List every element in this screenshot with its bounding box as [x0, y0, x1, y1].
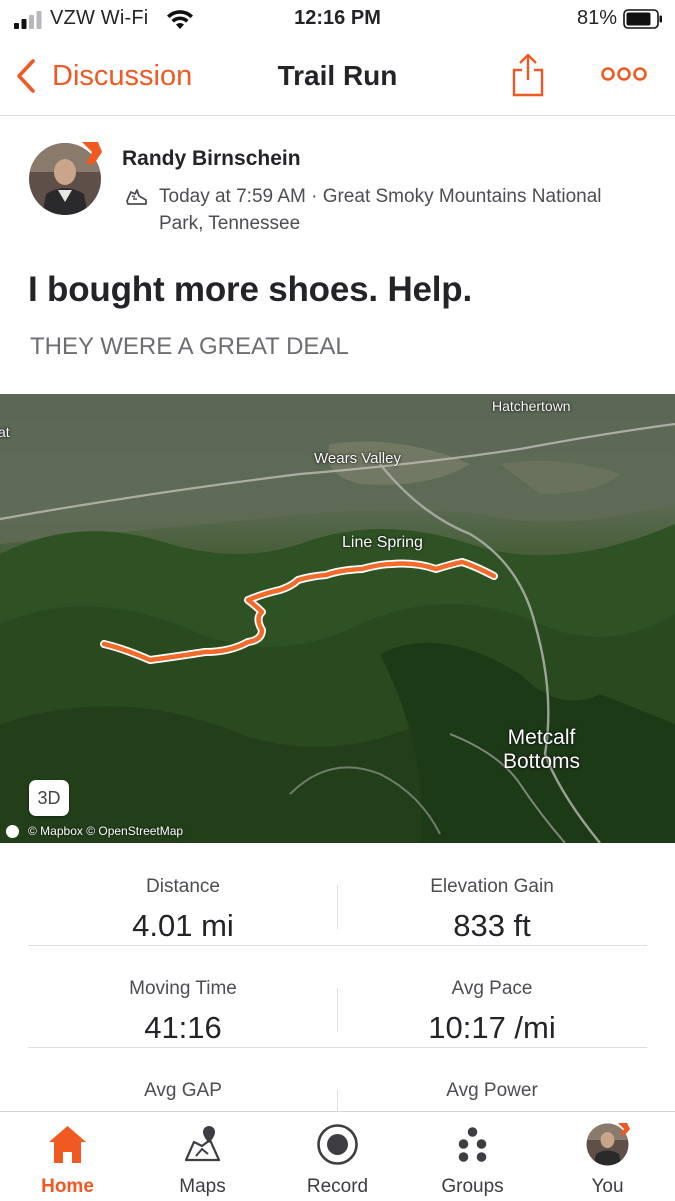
tab-label: You — [591, 1176, 624, 1197]
activity-title: I bought more shoes. Help. — [28, 270, 473, 309]
stat-distance: Distance 4.01 mi — [28, 843, 338, 944]
tab-maps[interactable]: Maps — [135, 1112, 270, 1201]
clock: 12:16 PM — [294, 7, 381, 29]
stat-moving-time: Moving Time 41:16 — [28, 946, 338, 1046]
stat-avg-power: Avg Power — [337, 1048, 647, 1112]
tab-record[interactable]: Record — [270, 1112, 405, 1201]
tab-label: Home — [41, 1176, 94, 1197]
battery-icon — [623, 9, 662, 29]
status-bar: VZW Wi-Fi 12:16 PM 81% — [0, 0, 675, 38]
stat-value: 4.01 mi — [132, 908, 234, 943]
athlete-name[interactable]: Randy Birnschein — [122, 147, 301, 171]
run-shoe-icon — [126, 189, 147, 205]
stat-label: Avg GAP — [144, 1080, 222, 1101]
stat-label: Avg Pace — [451, 978, 533, 999]
avatar — [586, 1123, 630, 1166]
tab-label: Maps — [179, 1176, 226, 1197]
maps-icon — [184, 1126, 221, 1162]
stat-value: 833 ft — [453, 908, 531, 943]
stat-avg-gap: Avg GAP — [28, 1048, 338, 1112]
stat-avg-pace: Avg Pace 10:17 /mi — [337, 946, 647, 1046]
route-map[interactable]: Hatchertown Wears Valley Line Spring at … — [0, 394, 675, 843]
map-label-metcalf-line1: Metcalf — [507, 726, 576, 749]
map-label-line-spring: Line Spring — [342, 534, 423, 551]
stat-value: 41:16 — [144, 1010, 222, 1045]
tab-label: Groups — [441, 1176, 504, 1197]
home-icon — [49, 1126, 86, 1163]
tab-bar: Home Maps Record Groups You — [0, 1111, 675, 1200]
map-label-metcalf-line2: Bottoms — [503, 750, 581, 773]
stat-label: Elevation Gain — [430, 876, 554, 897]
navigation-bar: Discussion Trail Run — [0, 38, 675, 116]
stat-label: Moving Time — [129, 978, 237, 999]
stat-elevation-gain: Elevation Gain 833 ft — [337, 843, 647, 944]
stats-row: Avg GAP Avg Power — [28, 1047, 647, 1113]
stat-value: 10:17 /mi — [428, 1010, 556, 1045]
stat-label: Avg Power — [446, 1080, 538, 1101]
tab-label: Record — [306, 1176, 369, 1197]
activity-stats: Distance 4.01 mi Elevation Gain 833 ft M… — [0, 843, 675, 1113]
map-label-wears-valley: Wears Valley — [314, 450, 401, 467]
groups-icon — [458, 1127, 487, 1162]
mapbox-logo-icon — [6, 824, 19, 838]
page-title: Trail Run — [277, 60, 398, 91]
map-attribution[interactable]: © Mapbox © OpenStreetMap — [6, 824, 183, 838]
athlete-avatar[interactable] — [28, 142, 102, 216]
activity-meta: Today at 7:59 AM · Great Smoky Mountains… — [159, 183, 639, 237]
3d-toggle-button[interactable]: 3D — [29, 780, 69, 816]
map-label-metcalf-bottoms: Metcalf Bottoms — [503, 726, 580, 774]
map-label-hatchertown: Hatchertown — [492, 398, 571, 414]
map-label-edge: at — [0, 424, 10, 440]
tab-groups[interactable]: Groups — [405, 1112, 540, 1201]
activity-meta-line2: Park, Tennessee — [159, 213, 301, 234]
share-icon[interactable] — [510, 52, 546, 98]
record-icon — [317, 1124, 358, 1165]
stats-row: Distance 4.01 mi Elevation Gain 833 ft — [28, 843, 647, 945]
more-options-icon[interactable] — [600, 64, 648, 84]
activity-meta-line1: Today at 7:59 AM · Great Smoky Mountains… — [159, 186, 602, 207]
tab-you[interactable]: You — [540, 1112, 675, 1201]
stats-row: Moving Time 41:16 Avg Pace 10:17 /mi — [28, 945, 647, 1048]
map-attribution-text: © Mapbox © OpenStreetMap — [28, 824, 184, 838]
battery-percent: 81% — [576, 7, 617, 29]
stat-label: Distance — [146, 876, 220, 897]
activity-description: THEY WERE A GREAT DEAL — [30, 333, 349, 360]
tab-home[interactable]: Home — [0, 1112, 135, 1201]
